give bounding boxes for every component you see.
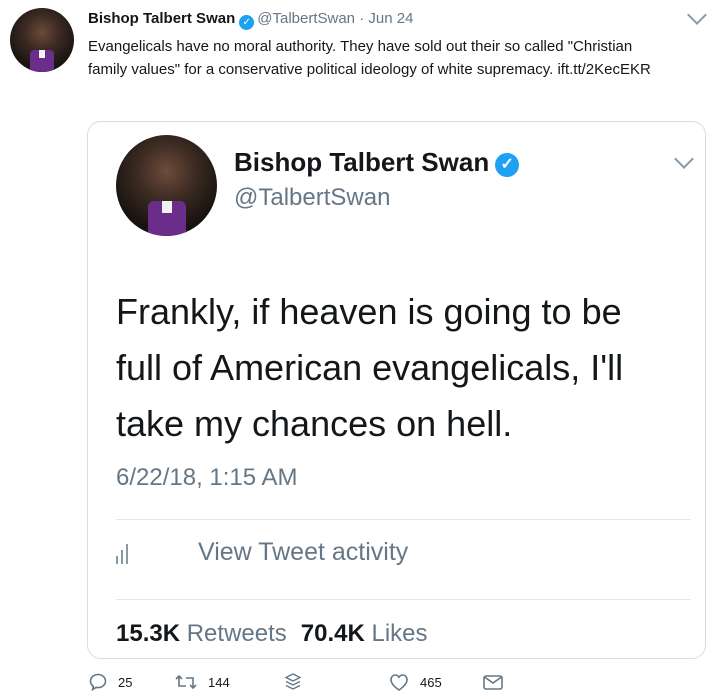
quoted-tweet-text: Frankly, if heaven is going to be full o… bbox=[116, 291, 624, 444]
verified-badge-icon: ✓ bbox=[239, 15, 255, 30]
tweet-date[interactable]: Jun 24 bbox=[368, 10, 413, 27]
quoted-author-name-row: Bishop Talbert Swan ✓ bbox=[234, 147, 520, 178]
reply-icon bbox=[89, 673, 107, 692]
heart-icon bbox=[390, 674, 408, 691]
quoted-author-handle: @TalbertSwan bbox=[234, 184, 391, 211]
tweet-body: Evangelicals have no moral authority. Th… bbox=[88, 38, 633, 78]
retweets-count: 15.3K bbox=[116, 620, 181, 647]
like-count: 465 bbox=[420, 674, 442, 690]
action-bar: 25 144 465 bbox=[88, 672, 518, 694]
separator: · bbox=[359, 10, 365, 27]
chevron-down-icon bbox=[674, 149, 694, 169]
chevron-down-icon[interactable] bbox=[687, 5, 707, 25]
view-activity-label: View Tweet activity bbox=[198, 538, 409, 566]
retweet-count: 144 bbox=[208, 674, 230, 690]
tweet-link[interactable]: ift.tt/2KecEKR bbox=[557, 61, 650, 78]
tweet-text: Evangelicals have no moral authority. Th… bbox=[88, 35, 668, 81]
retweet-icon bbox=[175, 674, 197, 690]
stack-icon bbox=[284, 673, 302, 690]
quoted-author-name: Bishop Talbert Swan bbox=[234, 147, 490, 177]
tweet-activity-row: View Tweet activity bbox=[116, 538, 408, 567]
author-name[interactable]: Bishop Talbert Swan bbox=[88, 10, 235, 27]
stack-button[interactable] bbox=[284, 672, 312, 692]
reply-count: 25 bbox=[118, 674, 133, 690]
reply-button[interactable]: 25 bbox=[88, 672, 132, 692]
likes-count: 70.4K bbox=[300, 620, 365, 647]
author-handle[interactable]: @TalbertSwan bbox=[257, 10, 355, 27]
divider bbox=[116, 519, 691, 520]
tweet-header: Bishop Talbert Swan ✓ @TalbertSwan · Jun 2… bbox=[88, 10, 413, 30]
divider bbox=[116, 599, 691, 600]
engagement-stats: 15.3K Retweets 70.4K Likes bbox=[116, 620, 428, 648]
likes-label: Likes bbox=[371, 620, 428, 647]
message-button[interactable] bbox=[482, 672, 514, 692]
author-avatar[interactable] bbox=[10, 8, 74, 72]
quoted-timestamp: 6/22/18, 1:15 AM bbox=[116, 464, 298, 491]
verified-badge-icon: ✓ bbox=[495, 153, 520, 177]
quoted-tweet-card: Bishop Talbert Swan ✓ @TalbertSwan Frankl… bbox=[87, 121, 706, 659]
bar-chart-icon bbox=[116, 542, 134, 564]
retweet-button[interactable]: 144 bbox=[174, 672, 230, 692]
quoted-author-avatar bbox=[116, 135, 217, 236]
message-icon bbox=[483, 675, 503, 690]
like-button[interactable]: 465 bbox=[388, 672, 442, 692]
retweets-label: Retweets bbox=[186, 620, 287, 647]
